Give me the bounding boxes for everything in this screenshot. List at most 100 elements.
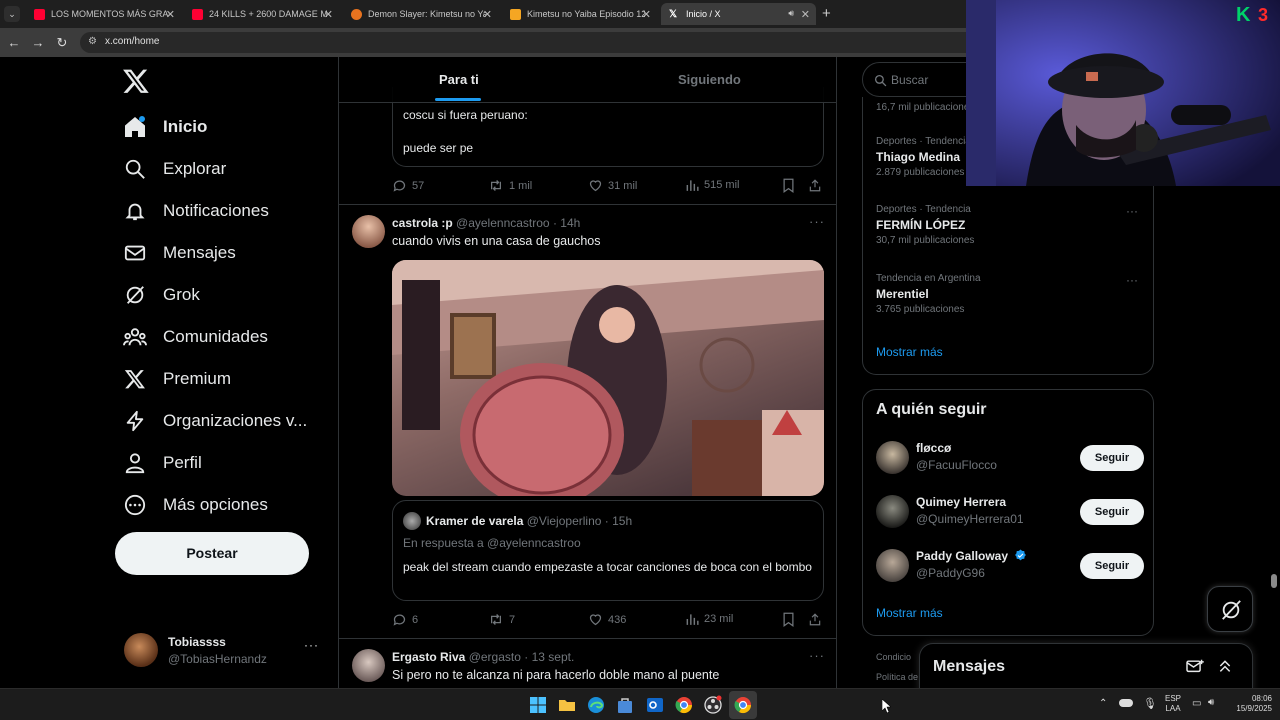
follow-button[interactable]: Seguir	[1080, 445, 1144, 471]
show-more-link[interactable]: Mostrar más	[876, 345, 943, 359]
speaker-icon[interactable]: 🔊︎	[788, 8, 794, 19]
browser-tab-2[interactable]: 24 KILLS + 2600 DAMAGE M4 M… ✕	[184, 3, 339, 25]
avatar	[124, 633, 158, 667]
nav-item-organizaciones[interactable]: Organizaciones v...	[120, 401, 307, 441]
nav-item-inicio[interactable]: Inicio	[120, 107, 207, 147]
like-button[interactable]: 31 mil	[588, 178, 637, 193]
account-switcher[interactable]: Tobiassss @TobiasHernandz ···	[122, 632, 322, 672]
tab-para-ti[interactable]: Para ti	[439, 72, 479, 87]
follow-button[interactable]: Seguir	[1080, 553, 1144, 579]
nav-item-explorar[interactable]: Explorar	[120, 149, 226, 189]
close-icon[interactable]: ✕	[166, 8, 175, 21]
footer-link[interactable]: Política de	[876, 672, 918, 682]
mouse-cursor-icon	[882, 699, 891, 713]
browser-tab-4[interactable]: Kimetsu no Yaiba Episodio 12 S… ✕	[502, 3, 657, 25]
follow-suggestion[interactable]: Quimey Herrera @QuimeyHerrera01 Seguir	[876, 495, 1144, 531]
tab-title: LOS MOMENTOS MÁS GRACIO…	[51, 9, 169, 19]
show-more-link[interactable]: Mostrar más	[876, 606, 943, 620]
avatar[interactable]	[352, 649, 385, 682]
language-indicator[interactable]: ESP LAA	[1165, 694, 1181, 714]
more-dots-icon[interactable]: ···	[1126, 273, 1138, 287]
more-dots-icon[interactable]: ···	[809, 648, 825, 663]
nav-item-mas-opciones[interactable]: Más opciones	[120, 485, 268, 525]
new-tab-button[interactable]: +	[822, 5, 831, 22]
close-icon[interactable]: ✕	[483, 8, 492, 21]
share-button[interactable]	[808, 178, 827, 193]
chevron-up-icon[interactable]: ⌃	[1099, 698, 1107, 709]
nav-label: Premium	[163, 369, 232, 388]
clock[interactable]: 08:06 15/9/2025	[1228, 694, 1272, 714]
chrome-icon	[734, 697, 752, 714]
tweet-time[interactable]: · 14h	[553, 216, 580, 230]
views-button[interactable]: 515 mil	[685, 178, 739, 192]
footer-link[interactable]: Condicio	[876, 652, 911, 662]
avatar[interactable]	[352, 215, 385, 248]
reply-button[interactable]: 57	[392, 178, 424, 193]
reply-button[interactable]: 6	[392, 612, 418, 627]
nav-item-premium[interactable]: Premium	[120, 359, 231, 399]
retweet-button[interactable]: 1 mil	[488, 178, 532, 193]
follow-suggestion[interactable]: fløccø @FacuuFlocco Seguir	[876, 441, 1144, 477]
more-dots-icon[interactable]: ···	[809, 214, 825, 229]
follow-suggestion[interactable]: Paddy Galloway @PaddyG96 Seguir	[876, 549, 1144, 585]
retweet-button[interactable]: 7	[488, 612, 515, 627]
messages-drawer[interactable]: Mensajes	[919, 643, 1253, 693]
tweet-time[interactable]: · 13 sept.	[524, 650, 574, 664]
author-name[interactable]: Ergasto Riva	[392, 650, 465, 664]
close-icon[interactable]: ✕	[801, 8, 810, 21]
browser-tab-5[interactable]: 𝕏 Inicio / X 🔊︎ ✕	[661, 3, 816, 25]
close-icon[interactable]: ✕	[324, 8, 333, 21]
like-button[interactable]: 436	[588, 612, 626, 627]
left-sidebar: Inicio Explorar Notificaciones Mensajes …	[0, 57, 338, 688]
post-button[interactable]: Postear	[115, 532, 309, 575]
outlook-icon	[647, 698, 663, 712]
reload-icon[interactable]: ↻	[54, 35, 70, 51]
trend-item[interactable]: Tendencia en Argentina Merentiel 3.765 p…	[876, 273, 1146, 315]
tweet-media[interactable]	[392, 260, 824, 496]
site-info-icon[interactable]: ⚙	[88, 36, 97, 47]
author-name[interactable]: castrola :p	[392, 216, 453, 230]
tab-title: Kimetsu no Yaiba Episodio 12 S…	[527, 9, 645, 19]
quote-header: Kramer de varela @Viejoperlino · 15h	[426, 514, 632, 528]
nav-item-mensajes[interactable]: Mensajes	[120, 233, 236, 273]
more-dots-icon[interactable]: ···	[304, 638, 319, 652]
store-icon	[618, 698, 632, 713]
search-icon	[874, 74, 887, 87]
scrollbar-thumb[interactable]	[1271, 574, 1277, 588]
reply-icon	[393, 614, 406, 626]
author-handle[interactable]: @ayelenncastroo	[456, 216, 550, 230]
k-logo-icon: K	[1236, 4, 1251, 26]
nav-item-grok[interactable]: Grok	[120, 275, 200, 315]
views-button[interactable]: 23 mil	[685, 612, 733, 626]
tab-siguiendo[interactable]: Siguiendo	[678, 72, 741, 87]
close-icon[interactable]: ✕	[642, 8, 651, 21]
back-arrow-icon[interactable]: ←	[6, 35, 22, 51]
author-handle[interactable]: @ergasto	[469, 650, 521, 664]
volume-icon[interactable]: 🔊︎	[1208, 697, 1214, 708]
user-handle: @QuimeyHerrera01	[916, 512, 1024, 526]
x-logo-icon[interactable]	[122, 67, 152, 97]
browser-tab-1[interactable]: LOS MOMENTOS MÁS GRACIO… ✕	[26, 3, 181, 25]
tweet-text: Si pero no te alcanza ni para hacerlo do…	[392, 668, 720, 682]
nav-label: Organizaciones v...	[163, 411, 308, 430]
bookmark-button[interactable]	[782, 178, 800, 193]
share-button[interactable]	[808, 612, 827, 627]
trend-item[interactable]: Deportes · Tendencia FERMÍN LÓPEZ 30,7 m…	[876, 204, 1146, 246]
nav-item-comunidades[interactable]: Comunidades	[120, 317, 268, 357]
tab-list-button[interactable]: ⌄	[4, 6, 20, 22]
browser-tab-3[interactable]: Demon Slayer: Kimetsu no Yaiba… ✕	[343, 3, 498, 25]
microphone-icon[interactable]: 🎙︎	[1143, 697, 1157, 710]
views-icon	[686, 614, 699, 625]
edge-icon	[588, 697, 604, 713]
grok-floating-button[interactable]	[1207, 586, 1253, 632]
nav-item-perfil[interactable]: Perfil	[120, 443, 202, 483]
bookmark-button[interactable]	[782, 612, 800, 627]
more-dots-icon[interactable]: ···	[1126, 204, 1138, 218]
network-icon[interactable]: ▭	[1192, 698, 1201, 709]
forward-arrow-icon[interactable]: →	[30, 35, 46, 51]
views-count: 23 mil	[704, 613, 734, 625]
nav-item-notificaciones[interactable]: Notificaciones	[120, 191, 269, 231]
follow-button[interactable]: Seguir	[1080, 499, 1144, 525]
onedrive-icon[interactable]	[1119, 699, 1133, 707]
quoted-tweet[interactable]: Kramer de varela @Viejoperlino · 15h En …	[392, 500, 824, 601]
